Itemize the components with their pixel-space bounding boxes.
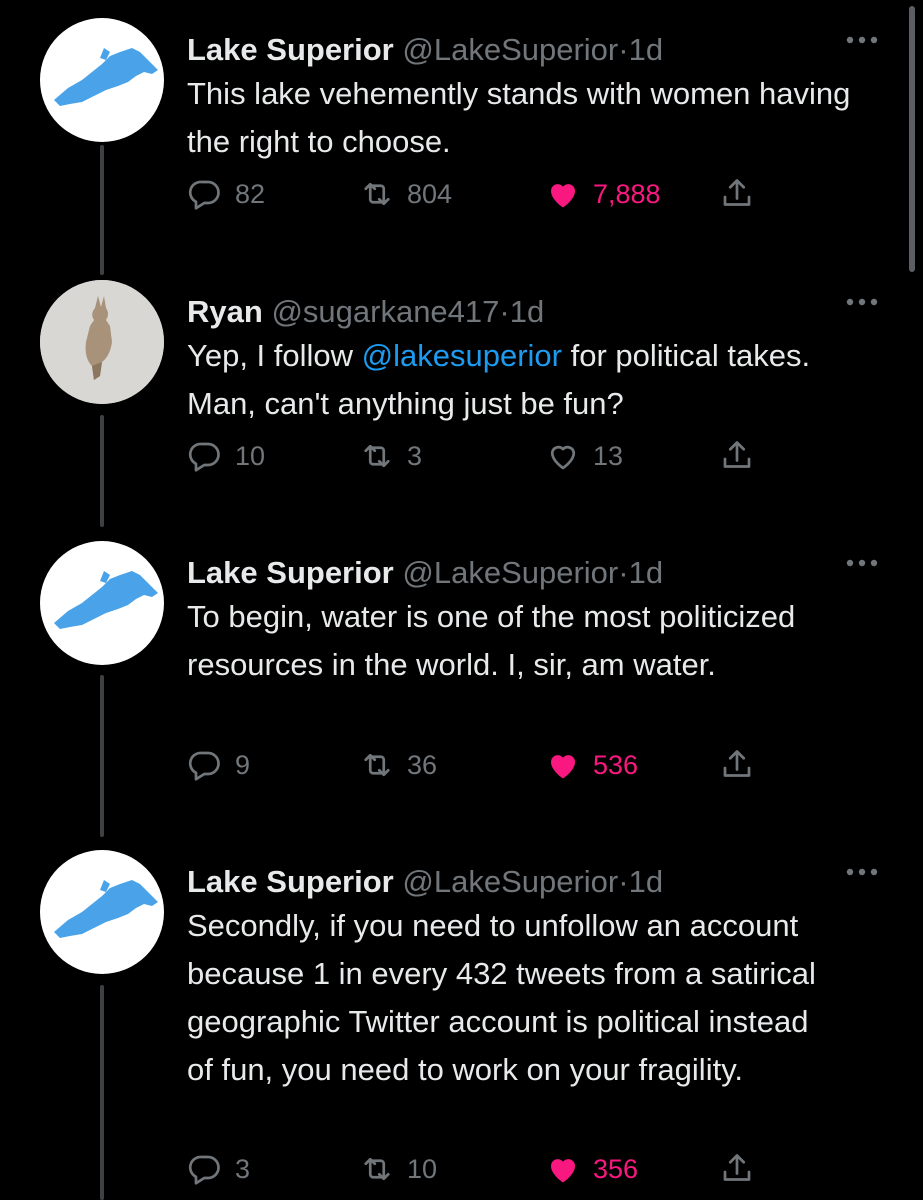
reply-button[interactable]: 82 [187,172,265,216]
separator-dot: · [499,294,510,329]
tweet-actions: 82 804 7,888 [187,172,787,216]
tweet-header: Lake Superior @LakeSuperior·1d [187,28,887,72]
tweet-header: Lake Superior @LakeSuperior·1d [187,860,887,904]
avatar[interactable] [40,280,164,404]
reply-icon [188,180,220,210]
tweet-text-body: Secondly, if you need to unfollow an acc… [187,908,816,1087]
reply-button[interactable]: 10 [187,434,265,478]
avatar[interactable] [40,18,164,142]
like-count: 13 [593,440,624,471]
share-button[interactable] [719,1147,755,1191]
reply-icon [188,442,220,472]
retweet-count: 3 [407,440,423,471]
like-button[interactable]: 13 [545,434,623,478]
tweet-thread: Lake Superior @LakeSuperior·1d This lake… [0,0,923,1200]
more-options-icon[interactable] [845,557,879,569]
tweet-text: Yep, I follow @lakesuperior for politica… [187,332,877,428]
like-button[interactable]: 7,888 [545,172,661,216]
author-handle[interactable]: @sugarkane417 [271,294,499,329]
tweet-text: This lake vehemently stands with women h… [187,70,877,166]
retweet-button[interactable]: 36 [359,743,437,787]
reply-icon [188,1155,220,1185]
author-handle[interactable]: @LakeSuperior [402,32,618,67]
tweet-header: Ryan @sugarkane417·1d [187,290,887,334]
heart-outline-icon [550,445,576,470]
share-button[interactable] [719,434,755,478]
reply-count: 10 [235,440,266,471]
avatar[interactable] [40,850,164,974]
author-handle[interactable]: @LakeSuperior [402,555,618,590]
more-options-icon[interactable] [845,866,879,878]
mention-link[interactable]: @lakesuperior [362,338,562,373]
tweet-actions: 3 10 356 [187,1147,787,1191]
timestamp[interactable]: 1d [629,864,663,899]
author-name[interactable]: Lake Superior [187,32,394,67]
tweet-text-body: To begin, water is one of the most polit… [187,599,796,682]
retweet-button[interactable]: 10 [359,1147,437,1191]
thread-connector [100,675,104,837]
retweet-count: 10 [407,1153,438,1184]
thread-connector [100,415,104,527]
share-icon [723,441,751,468]
tweet-text-body: This lake vehemently stands with women h… [187,76,851,159]
reply-count: 3 [235,1153,251,1184]
heart-filled-icon [550,755,576,779]
author-handle[interactable]: @LakeSuperior [402,864,618,899]
tweet-content: Lake Superior @LakeSuperior·1d Secondly,… [187,860,887,1094]
tweet-text: To begin, water is one of the most polit… [187,593,847,689]
timestamp[interactable]: 1d [629,32,663,67]
separator-dot: · [618,555,629,590]
timestamp[interactable]: 1d [629,555,663,590]
like-button[interactable]: 536 [545,743,638,787]
retweet-count: 36 [407,749,438,780]
retweet-icon [364,753,390,777]
tweet-content: Lake Superior @LakeSuperior·1d To begin,… [187,551,887,689]
like-count: 536 [593,749,639,780]
more-options-icon[interactable] [845,296,879,308]
tweet-content: Lake Superior @LakeSuperior·1d This lake… [187,28,887,166]
share-icon [723,750,751,777]
retweet-button[interactable]: 3 [359,434,422,478]
lake-superior-map-icon [54,880,158,938]
more-options-icon[interactable] [845,34,879,46]
kangaroo-avatar-icon [40,280,164,404]
lake-superior-map-icon [54,48,158,106]
retweet-icon [364,1157,390,1181]
reply-button[interactable]: 3 [187,1147,250,1191]
scrollbar[interactable] [909,6,915,272]
share-button[interactable] [719,743,755,787]
tweet-actions: 9 36 536 [187,743,787,787]
tweet-header: Lake Superior @LakeSuperior·1d [187,551,887,595]
tweet-text-body: Yep, I follow [187,338,362,373]
reply-count: 82 [235,178,266,209]
share-icon [723,179,751,206]
separator-dot: · [618,32,629,67]
like-count: 356 [593,1153,639,1184]
thread-connector [100,985,104,1200]
reply-count: 9 [235,749,251,780]
tweet-content: Ryan @sugarkane417·1d Yep, I follow @lak… [187,290,887,428]
author-name[interactable]: Lake Superior [187,555,394,590]
tweet-text: Secondly, if you need to unfollow an acc… [187,902,837,1094]
like-button[interactable]: 356 [545,1147,638,1191]
author-name[interactable]: Lake Superior [187,864,394,899]
thread-connector [100,145,104,275]
share-button[interactable] [719,172,755,216]
retweet-button[interactable]: 804 [359,172,452,216]
heart-filled-icon [550,1159,576,1183]
heart-filled-icon [550,184,576,208]
lake-superior-map-icon [54,571,158,629]
retweet-count: 804 [407,178,453,209]
share-icon [723,1154,751,1181]
like-count: 7,888 [593,178,661,209]
retweet-icon [364,182,390,206]
retweet-icon [364,444,390,468]
timestamp[interactable]: 1d [510,294,544,329]
separator-dot: · [618,864,629,899]
author-name[interactable]: Ryan [187,294,263,329]
reply-icon [188,751,220,781]
tweet-actions: 10 3 13 [187,434,787,478]
reply-button[interactable]: 9 [187,743,250,787]
avatar[interactable] [40,541,164,665]
